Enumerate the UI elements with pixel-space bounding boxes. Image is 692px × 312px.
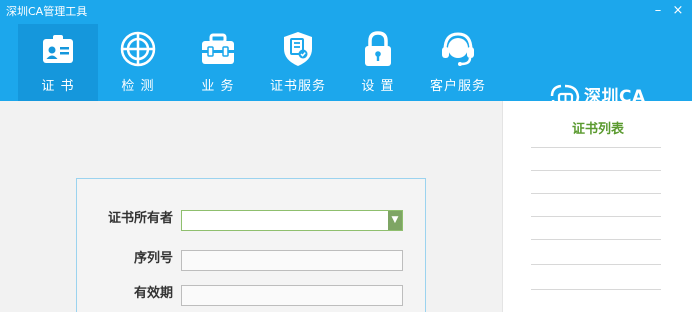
certificate-list-title: 证书列表 <box>571 122 624 137</box>
lock-icon <box>365 31 391 66</box>
tab-detect[interactable]: 检 测 <box>98 24 178 101</box>
tab-settings-label: 设 置 <box>361 79 395 94</box>
main-content: 证书所有者 ▼ 序列号 有效期 <box>0 101 502 312</box>
tab-settings[interactable]: 设 置 <box>338 24 418 101</box>
crosshair-icon <box>120 31 156 67</box>
briefcase-icon <box>202 33 234 64</box>
validity-label: 有效期 <box>133 286 173 301</box>
list-item[interactable] <box>531 216 661 217</box>
tab-detect-label: 检 测 <box>121 79 155 94</box>
list-item[interactable] <box>531 239 661 240</box>
title-bar: 深圳CA管理工具 – × <box>0 0 692 24</box>
serial-field[interactable] <box>181 250 403 271</box>
headset-icon <box>442 32 474 66</box>
tab-certificate-service[interactable]: 证书服务 <box>258 24 338 101</box>
close-button[interactable]: × <box>670 3 686 19</box>
tab-customer-service[interactable]: 客户服务 <box>418 24 498 101</box>
certificate-info-panel: 证书所有者 ▼ 序列号 有效期 <box>76 178 426 312</box>
tab-customer-service-label: 客户服务 <box>429 79 486 94</box>
tab-certificate-label: 证 书 <box>41 79 75 94</box>
tab-business-label: 业 务 <box>201 79 235 94</box>
owner-label: 证书所有者 <box>107 211 173 226</box>
window-title: 深圳CA管理工具 <box>6 5 88 18</box>
serial-label: 序列号 <box>133 251 173 266</box>
certificate-list-panel: 证书列表 <box>502 101 692 312</box>
certificate-icon <box>43 35 73 63</box>
tab-certificate[interactable]: 证 书 <box>18 24 98 101</box>
list-item[interactable] <box>531 193 661 194</box>
minimize-button[interactable]: – <box>650 3 666 19</box>
chevron-down-icon[interactable]: ▼ <box>388 211 402 230</box>
owner-select[interactable]: ▼ <box>181 210 403 231</box>
validity-field[interactable] <box>181 285 403 306</box>
list-item[interactable] <box>531 264 661 265</box>
list-item[interactable] <box>531 147 661 148</box>
list-item[interactable] <box>531 289 661 290</box>
list-item[interactable] <box>531 170 661 171</box>
main-toolbar: 证 书 检 测 业 务 证书服务 设 置 客户服务 深圳CA <box>0 24 692 110</box>
tab-certificate-service-label: 证书服务 <box>269 79 326 94</box>
tab-business[interactable]: 业 务 <box>178 24 258 101</box>
shield-document-icon <box>284 32 312 66</box>
